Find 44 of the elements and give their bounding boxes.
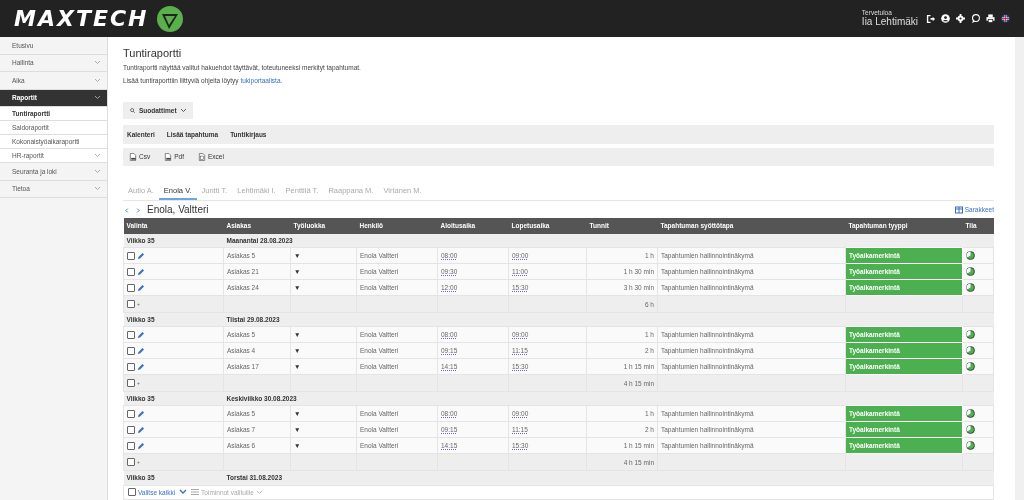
document-icon	[197, 152, 206, 161]
logo-icon	[156, 4, 185, 33]
status-icon	[966, 441, 975, 451]
status-icon	[966, 330, 975, 340]
print-icon[interactable]	[986, 14, 995, 23]
checkbox[interactable]	[127, 251, 135, 260]
document-icon	[129, 152, 137, 161]
checkbox[interactable]	[127, 330, 135, 339]
person-name: Enola, Valtteri	[147, 204, 209, 216]
status-icon	[966, 362, 975, 372]
user-name: Iia Lehtimäki	[861, 16, 918, 28]
columns-icon	[954, 205, 963, 214]
chevron-icon	[255, 489, 263, 495]
checkbox[interactable]	[127, 267, 135, 276]
checkbox[interactable]	[127, 379, 135, 388]
checkbox[interactable]	[127, 458, 135, 467]
status-icon	[966, 409, 975, 419]
checkbox[interactable]	[127, 300, 135, 309]
chevron-left-icon	[123, 207, 130, 213]
checkbox[interactable]	[127, 283, 135, 292]
status-icon	[966, 346, 975, 356]
status-icon	[966, 267, 975, 277]
menu-icon	[191, 489, 200, 496]
flag-icon[interactable]	[1001, 14, 1010, 23]
status-icon	[966, 251, 975, 261]
chevron-down-icon	[179, 489, 188, 496]
chevron-right-icon	[135, 207, 142, 213]
checkbox[interactable]	[127, 441, 135, 450]
chat-icon[interactable]	[971, 14, 980, 23]
settings-icon[interactable]	[956, 14, 965, 23]
chevron-icon	[179, 108, 187, 114]
document-icon	[164, 152, 173, 161]
logo-text: MAXTECH	[14, 6, 149, 31]
user-icon[interactable]	[941, 14, 950, 23]
status-icon	[966, 425, 975, 435]
checkbox[interactable]	[127, 409, 135, 418]
checkbox[interactable]	[127, 362, 135, 371]
checkbox[interactable]	[127, 346, 135, 355]
checkbox[interactable]	[128, 488, 136, 497]
checkbox[interactable]	[127, 425, 135, 434]
status-icon	[966, 283, 975, 293]
page-title: Tuntiraportti	[123, 47, 183, 59]
logout-icon[interactable]	[926, 14, 935, 23]
search-icon	[129, 108, 136, 114]
